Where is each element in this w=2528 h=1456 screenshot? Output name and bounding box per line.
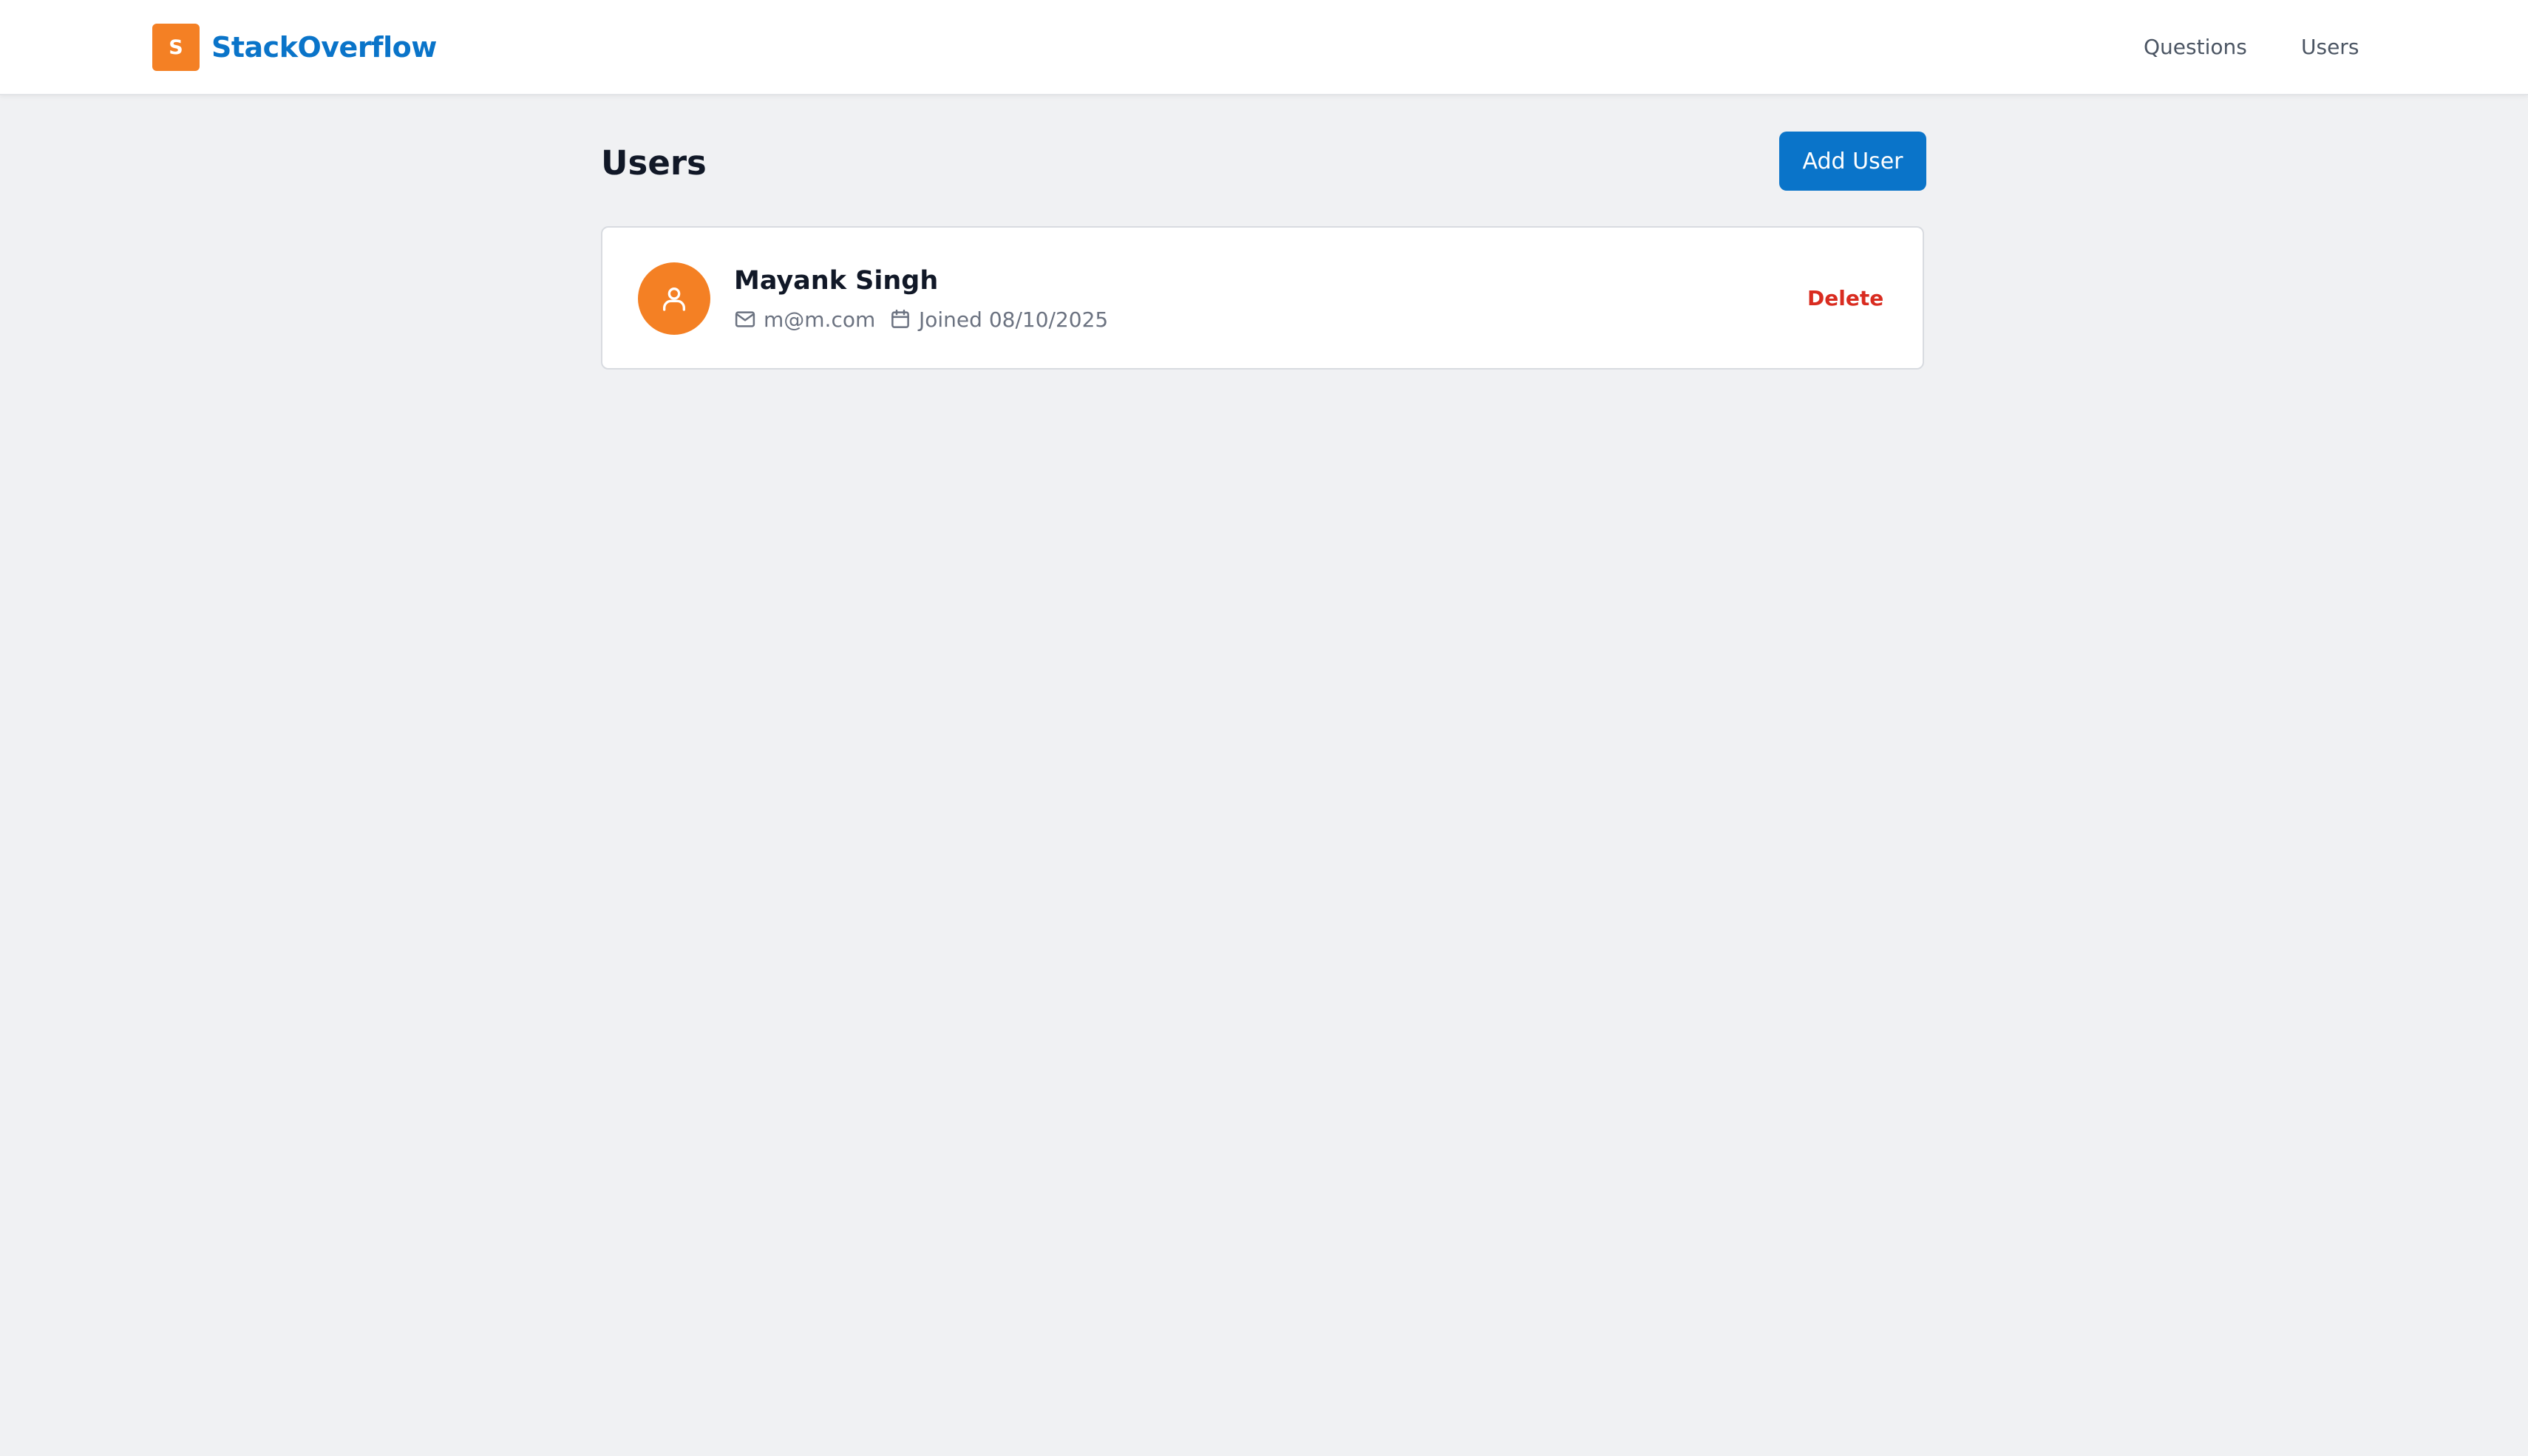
brand-name: StackOverflow <box>211 31 437 64</box>
user-email-text: m@m.com <box>764 307 876 332</box>
page-title: Users <box>601 143 707 183</box>
add-user-button[interactable]: Add User <box>1779 132 1926 191</box>
nav-link-users[interactable]: Users <box>2301 0 2359 94</box>
user-email: m@m.com <box>734 306 875 333</box>
user-joined-text: Joined 08/10/2025 <box>919 307 1109 332</box>
user-card: Mayank Singh m@m.com Joined 08/10/2025 D… <box>601 226 1924 370</box>
nav-link-questions[interactable]: Questions <box>2144 0 2247 94</box>
top-navigation-bar: S StackOverflow Questions Users <box>0 0 2528 95</box>
user-joined-date: Joined 08/10/2025 <box>889 306 1108 333</box>
brand-logo-link[interactable]: S StackOverflow <box>152 24 437 71</box>
mail-icon <box>735 311 755 327</box>
calendar-icon <box>891 309 909 328</box>
delete-user-button[interactable]: Delete <box>1793 279 1898 316</box>
user-icon <box>663 288 685 311</box>
logo-badge: S <box>152 24 200 71</box>
user-name: Mayank Singh <box>734 266 939 296</box>
user-avatar <box>638 262 710 335</box>
